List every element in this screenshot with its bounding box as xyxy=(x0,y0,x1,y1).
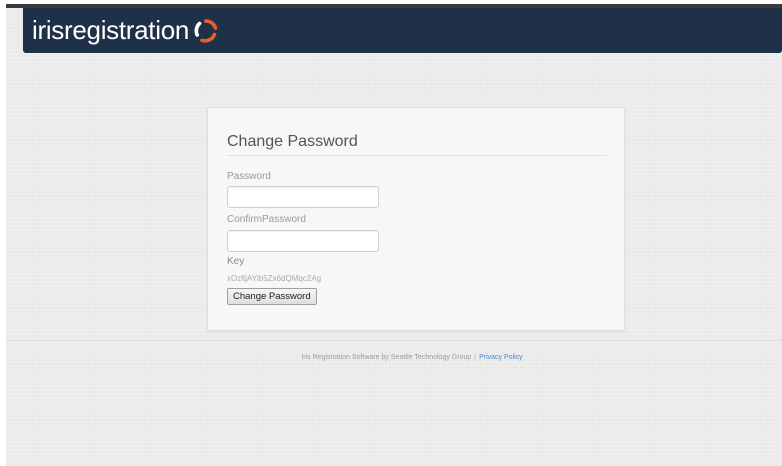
swirl-logo-icon xyxy=(194,19,218,43)
brand-logo-link[interactable]: iris registration xyxy=(32,14,219,46)
footer: Iris Registration Software by Seattle Te… xyxy=(6,354,782,361)
password-label: Password xyxy=(227,171,271,182)
footer-separator: | xyxy=(474,354,477,361)
title-divider xyxy=(227,155,607,156)
change-password-panel: Change Password Password ConfirmPassword… xyxy=(207,107,625,331)
key-value: xOzltjAYlb5Zx6dQMqc2Ag xyxy=(227,274,322,283)
panel-title: Change Password xyxy=(227,133,358,150)
brand-prefix: iris xyxy=(32,14,65,45)
privacy-policy-link[interactable]: Privacy Policy xyxy=(479,354,523,361)
change-password-button[interactable]: Change Password xyxy=(227,288,317,305)
footer-divider xyxy=(6,340,782,341)
key-label: Key xyxy=(227,256,245,267)
brand-suffix: registration xyxy=(64,14,190,45)
site-header: iris registration xyxy=(23,8,782,53)
footer-text: Iris Registration Software by Seattle Te… xyxy=(301,354,472,361)
page-background: iris registration Change Password Passwor… xyxy=(6,4,782,466)
confirm-password-label: ConfirmPassword xyxy=(227,214,306,225)
confirm-password-input[interactable] xyxy=(227,230,379,252)
password-input[interactable] xyxy=(227,186,379,208)
